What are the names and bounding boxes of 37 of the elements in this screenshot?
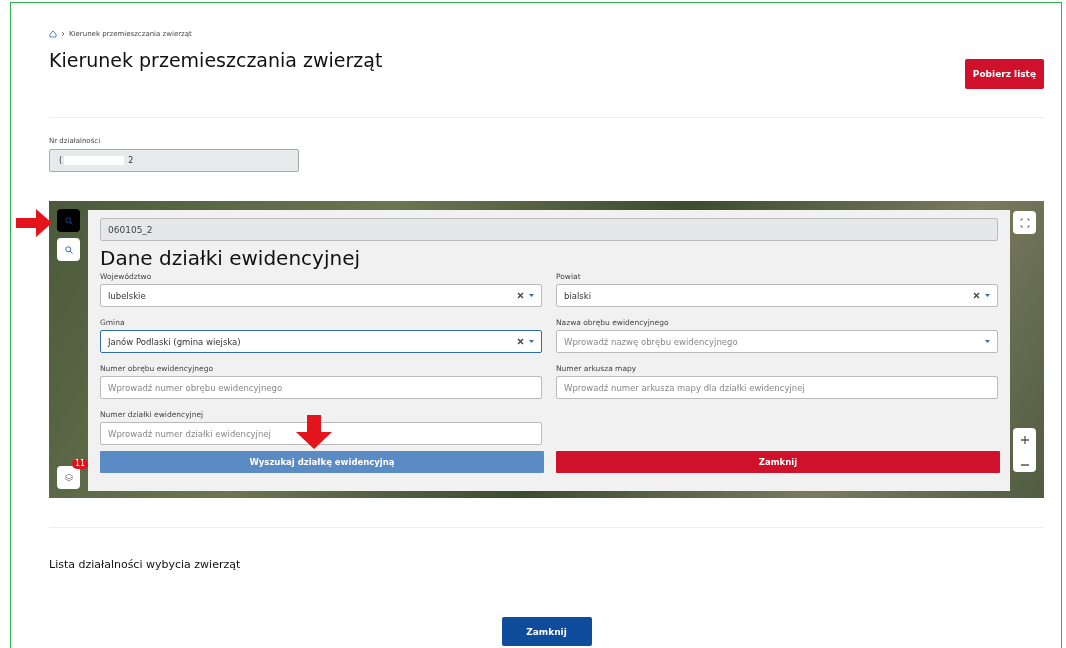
count-badge: 11 xyxy=(72,459,89,469)
select-field[interactable]: Wprowadź nazwę obrębu ewidencyjnego xyxy=(556,330,998,353)
fullscreen-icon xyxy=(1019,217,1030,228)
search-icon xyxy=(64,216,73,225)
search-parcel-button[interactable]: Wyszukaj działkę ewidencyjną xyxy=(100,451,544,473)
caret-icon[interactable] xyxy=(985,294,990,297)
input-field[interactable]: ( 2 xyxy=(49,149,299,172)
caret-icon[interactable] xyxy=(529,340,534,343)
section-title: Lista działalności wybycia zwierząt xyxy=(49,558,242,571)
minus-icon xyxy=(1020,463,1029,466)
select-field[interactable]: bialski xyxy=(556,284,998,307)
input-field[interactable]: 060105_2 xyxy=(100,218,998,241)
clear-icon[interactable] xyxy=(973,292,980,299)
layers-icon xyxy=(63,472,74,483)
plus-icon xyxy=(1020,435,1029,444)
fullscreen-button[interactable] xyxy=(1013,211,1036,234)
panel-heading: Dane działki ewidencyjnej xyxy=(100,246,361,270)
search-button[interactable] xyxy=(57,238,80,261)
caret-icon[interactable] xyxy=(529,294,534,297)
close-button[interactable]: Zamknij xyxy=(501,617,592,646)
home-icon[interactable] xyxy=(49,30,57,38)
clear-icon[interactable] xyxy=(517,338,524,345)
arrow-icon xyxy=(296,415,332,449)
select-field[interactable]: lubelskie xyxy=(100,284,542,307)
clear-icon[interactable] xyxy=(517,292,524,299)
search-icon xyxy=(64,245,73,254)
input-field[interactable]: Wprowadź numer obrębu ewidencyjnego xyxy=(100,376,542,399)
close-button[interactable]: Zamknij xyxy=(556,451,1000,473)
chevron-icon xyxy=(61,31,65,37)
arrow-icon xyxy=(16,209,52,237)
select-field[interactable]: Janów Podlaski (gmina wiejska) xyxy=(100,330,542,353)
input-field[interactable]: Wprowadź numer arkusza mapy dla działki ewidencyjnej xyxy=(556,376,998,399)
input-field[interactable]: Wprowadź numer działki ewidencyjnej xyxy=(100,422,542,445)
caret-icon[interactable] xyxy=(985,340,990,343)
download-list-button[interactable]: Pobierz listę xyxy=(964,59,1044,89)
layers-button[interactable] xyxy=(57,466,80,489)
page-title: Kierunek przemieszczania zwierząt xyxy=(49,49,383,71)
